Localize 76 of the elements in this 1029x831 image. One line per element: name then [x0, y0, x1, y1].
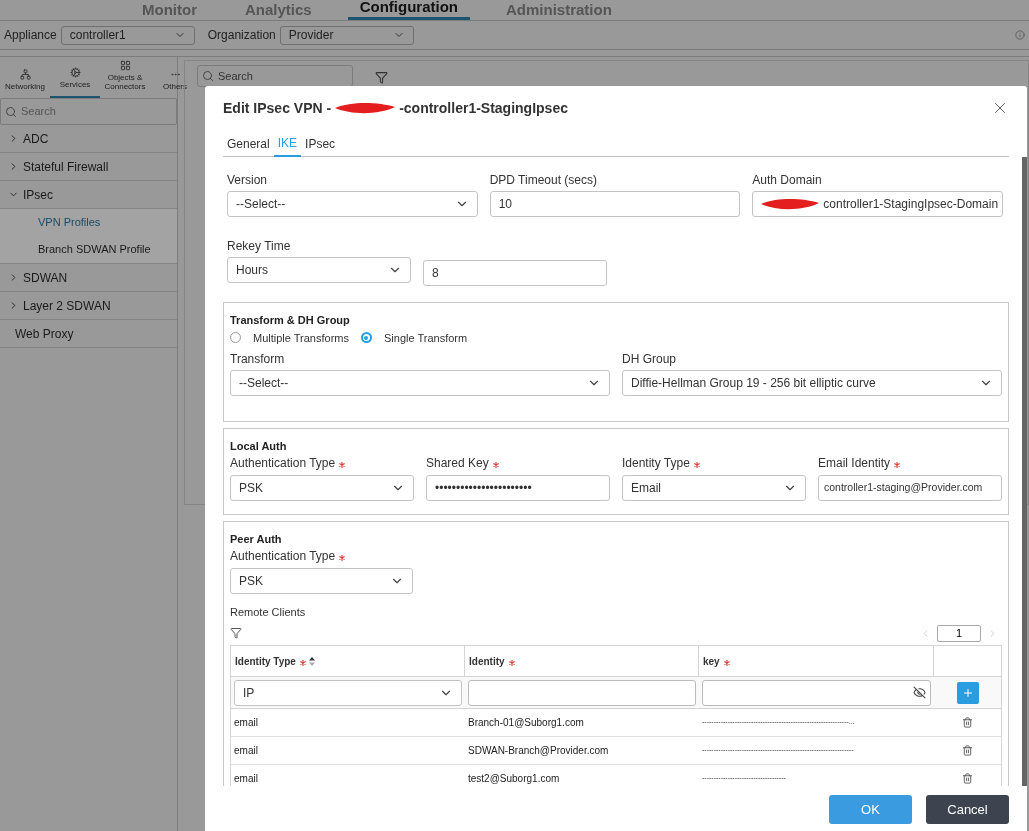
sidebar-tab[interactable]: Objects & Connectors: [100, 57, 150, 98]
delete-icon[interactable]: [962, 745, 973, 756]
table-cell-text: SDWAN-Branch@Provider.com: [467, 744, 610, 758]
search-icon: [202, 70, 214, 82]
filter-icon[interactable]: [230, 627, 242, 639]
appliance-label: Appliance: [4, 27, 57, 44]
eye-off-icon[interactable]: [913, 686, 926, 699]
delete-icon[interactable]: [962, 773, 973, 784]
field-label: Authentication Type: [230, 548, 336, 565]
section-title: Peer Auth: [230, 532, 283, 547]
field-label: Identity Type: [622, 455, 690, 472]
dialog-title: Edit IPsec VPN -: [223, 98, 332, 118]
input-field[interactable]: controller1-StagingIpsec-Domain: [752, 191, 1003, 217]
sidebar-item[interactable]: SDWAN: [0, 264, 177, 292]
network-icon: [19, 69, 31, 80]
input-field[interactable]: 10: [489, 191, 741, 217]
field-label: DH Group: [622, 350, 677, 368]
plus-icon: [961, 686, 974, 699]
table-cell-text: email: [233, 744, 259, 758]
field-label: Transform: [230, 350, 285, 368]
dialog-tab[interactable]: IPsec: [301, 130, 340, 157]
sidebar-item[interactable]: ADC: [0, 125, 177, 153]
select-field[interactable]: IP: [234, 679, 462, 706]
sidebar-item[interactable]: Web Proxy: [0, 320, 177, 348]
field-label: Version: [227, 171, 268, 189]
select-field[interactable]: Hours: [227, 257, 411, 283]
identity-field[interactable]: [468, 679, 696, 706]
scrollbar[interactable]: [1022, 157, 1027, 786]
select-field[interactable]: --Select--: [227, 191, 478, 217]
field-label: DPD Timeout (secs): [489, 171, 597, 189]
sidebar-subitem[interactable]: VPN Profiles: [0, 209, 177, 236]
cancel-button[interactable]: Cancel: [926, 795, 1009, 824]
page-field[interactable]: 1: [937, 624, 981, 642]
nav-tab[interactable]: Configuration: [347, 0, 470, 20]
sidebar-tab[interactable]: Networking: [0, 57, 50, 98]
table-cell-text: email: [233, 772, 259, 786]
radio-option[interactable]: Multiple Transforms: [230, 329, 349, 346]
sort-icon[interactable]: [308, 656, 315, 666]
select-field[interactable]: PSK: [230, 567, 413, 594]
input-field[interactable]: 8: [423, 260, 607, 286]
field-label: Rekey Time: [227, 237, 291, 255]
services-icon: [69, 67, 81, 78]
section-title: Local Auth: [230, 439, 288, 454]
table-cell-text: email: [233, 716, 259, 730]
select-field[interactable]: Diffie-Hellman Group 19 - 256 bit elliptic curve: [622, 370, 1002, 396]
sidebar-item[interactable]: Stateful Firewall: [0, 153, 177, 181]
select-field[interactable]: Email: [622, 474, 806, 501]
organization-select[interactable]: Provider: [279, 25, 414, 45]
radio-button[interactable]: [361, 332, 372, 344]
organization-label: Organization: [207, 27, 276, 44]
dialog-tab[interactable]: General: [223, 130, 274, 157]
sidebar-subitem[interactable]: Branch SDWAN Profile: [0, 236, 177, 263]
field-label: Email Identity: [818, 455, 891, 472]
sidebar-item[interactable]: Layer 2 SDWAN: [0, 292, 177, 320]
table-cell-text: test2@Suborg1.com: [467, 772, 561, 786]
input-field[interactable]: controller1-staging@Provider.com: [818, 474, 1002, 501]
section-title: Transform & DH Group: [230, 313, 351, 328]
add-button[interactable]: [956, 681, 979, 704]
key-field[interactable]: [702, 679, 931, 706]
select-field[interactable]: --Select--: [230, 370, 610, 396]
info-icon[interactable]: [1015, 30, 1025, 40]
filter-icon[interactable]: [375, 71, 388, 84]
field-label: Shared Key: [426, 455, 489, 472]
table-cell-text: Branch-01@Suborg1.com: [467, 716, 585, 730]
objects-icon: [119, 60, 131, 71]
select-field[interactable]: PSK: [230, 474, 414, 501]
radio-option[interactable]: Single Transform: [361, 329, 468, 346]
field-label: Auth Domain: [752, 171, 822, 189]
search-icon: [5, 105, 17, 118]
dialog-title: -controller1-StagingIpsec: [399, 98, 568, 118]
appliance-select[interactable]: controller1: [60, 25, 195, 45]
sidebar-tab[interactable]: Services: [50, 57, 100, 98]
password-field[interactable]: •••••••••••••••••••••••: [426, 474, 610, 501]
field-label: Authentication Type: [230, 455, 336, 472]
delete-icon[interactable]: [962, 717, 973, 728]
remote-clients-label: Remote Clients: [230, 604, 307, 620]
